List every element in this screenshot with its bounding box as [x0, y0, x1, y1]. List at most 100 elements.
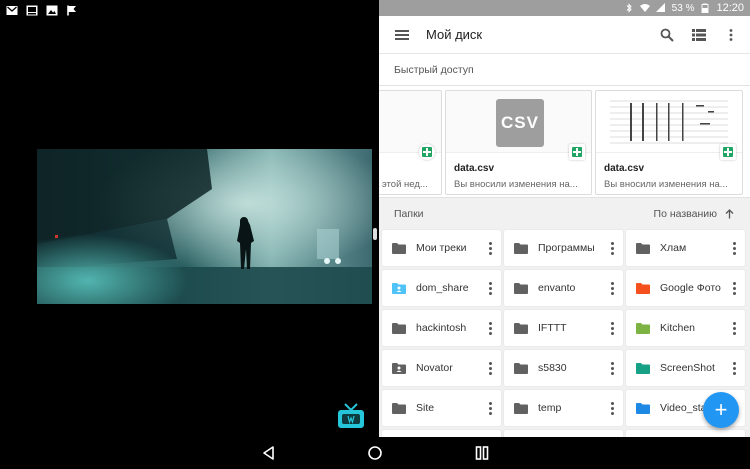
signal-icon [655, 3, 665, 12]
folders-header: Папки По названию [379, 198, 750, 230]
folder-more-button[interactable] [727, 318, 741, 338]
folder-more-button[interactable] [483, 358, 497, 378]
arrow-up-icon [725, 209, 734, 219]
quick-access-strip[interactable]: а этой нед... CSV data.csv Вы вносили из… [379, 86, 750, 198]
folder-name: Хлам [660, 242, 687, 254]
list-view-button[interactable] [690, 26, 708, 44]
folders-label: Папки [394, 208, 424, 220]
tv-app-icon[interactable] [336, 402, 366, 430]
shared-folder-icon [392, 282, 406, 294]
video-app-pane [0, 0, 374, 437]
sort-label: По названию [653, 208, 717, 220]
folder-icon [636, 402, 650, 414]
folder-name: Kitchen [660, 322, 696, 334]
folder-more-button[interactable] [483, 238, 497, 258]
split-screen-icon[interactable] [474, 445, 490, 461]
folder-name: dom_share [416, 282, 469, 294]
folder-more-button[interactable] [727, 358, 741, 378]
folder-more-button[interactable] [605, 398, 619, 418]
bluetooth-icon [626, 3, 632, 13]
quick-item-data-csv[interactable]: CSV data.csv Вы вносили изменения на... [445, 90, 592, 195]
quick-item-desc: Вы вносили изменения на... [454, 179, 578, 190]
folder-item[interactable]: Kitchen [626, 310, 745, 346]
folder-item[interactable]: Мои треки [382, 230, 501, 266]
new-item-fab[interactable]: + [703, 392, 739, 428]
csv-file-icon: CSV [496, 99, 544, 147]
video-scene-image [37, 149, 372, 304]
folder-more-button[interactable] [727, 238, 741, 258]
folder-item[interactable]: envanto [504, 270, 623, 306]
app-bar: Мой диск [379, 16, 750, 54]
folder-more-button[interactable] [605, 278, 619, 298]
folder-item[interactable]: dom_share [382, 270, 501, 306]
battery-icon [702, 3, 709, 13]
folder-icon [636, 282, 650, 294]
folder-name: Site [416, 402, 435, 414]
folder-icon [392, 402, 406, 414]
more-options-button[interactable] [722, 26, 740, 44]
folder-item[interactable]: Novator [382, 350, 501, 386]
screen: 53 % 12:20 Мой диск Быстрый доступ а это… [0, 0, 750, 469]
more-vert-icon [729, 28, 733, 41]
page-title: Мой диск [426, 27, 483, 42]
folder-item[interactable]: Google Фото [626, 270, 745, 306]
gmail-icon [6, 5, 18, 15]
screen-cast-icon [26, 5, 38, 15]
notification-icons [6, 2, 78, 18]
home-icon[interactable] [367, 445, 383, 461]
folder-icon [636, 322, 650, 334]
video-frame[interactable] [37, 149, 372, 304]
folder-name: Novator [416, 362, 453, 374]
folder-icon [514, 322, 528, 334]
back-icon[interactable] [261, 445, 277, 461]
quick-item-data-csv-2[interactable]: data.csv Вы вносили изменения на... [595, 90, 743, 195]
folder-more-button[interactable] [483, 318, 497, 338]
folder-item[interactable]: Хлам [626, 230, 745, 266]
folder-name: IFTTT [538, 322, 567, 334]
folder-item[interactable]: s5830 [504, 350, 623, 386]
folder-more-button[interactable] [483, 398, 497, 418]
folder-name: Программы [538, 242, 595, 254]
folder-name: envanto [538, 282, 576, 294]
folder-name: Мои треки [416, 242, 467, 254]
folder-name: temp [538, 402, 562, 414]
file-thumbnail [379, 91, 441, 153]
folder-more-button[interactable] [483, 278, 497, 298]
folder-icon [514, 362, 528, 374]
folder-name: Google Фото [660, 282, 721, 294]
battery-percent: 53 % [671, 2, 695, 14]
sheets-icon [419, 144, 435, 160]
folder-more-button[interactable] [605, 238, 619, 258]
split-screen-handle[interactable] [373, 228, 377, 240]
quick-item-desc: Вы вносили изменения на... [604, 179, 728, 190]
wifi-icon [639, 4, 650, 12]
sort-button[interactable]: По названию [654, 208, 734, 220]
folder-item[interactable]: temp [504, 390, 623, 426]
menu-icon[interactable] [393, 27, 411, 43]
folder-item[interactable]: ScreenShot [626, 350, 745, 386]
status-time: 12:20 [716, 2, 744, 14]
folder-item[interactable]: Site [382, 390, 501, 426]
shared-folder-icon [392, 362, 406, 374]
folder-icon [514, 402, 528, 414]
folder-item[interactable]: IFTTT [504, 310, 623, 346]
flag-icon [67, 5, 76, 15]
folder-more-button[interactable] [605, 318, 619, 338]
folder-item-partial[interactable] [626, 430, 745, 437]
sheets-icon [720, 144, 736, 160]
folder-more-button[interactable] [605, 358, 619, 378]
folder-item[interactable]: Программы [504, 230, 623, 266]
folder-icon [636, 242, 650, 254]
drive-app-pane: 53 % 12:20 Мой диск Быстрый доступ а это… [379, 0, 750, 437]
navigation-bar [0, 437, 750, 469]
search-button[interactable] [658, 26, 676, 44]
folder-item[interactable]: hackintosh [382, 310, 501, 346]
quick-access-header: Быстрый доступ [379, 54, 750, 86]
folder-icon [392, 322, 406, 334]
folder-name: hackintosh [416, 322, 467, 334]
folder-item-partial[interactable] [382, 430, 501, 437]
folder-icon [636, 362, 650, 374]
folder-item-partial[interactable] [504, 430, 623, 437]
folder-more-button[interactable] [727, 278, 741, 298]
quick-item-partial[interactable]: а этой нед... [379, 90, 442, 195]
